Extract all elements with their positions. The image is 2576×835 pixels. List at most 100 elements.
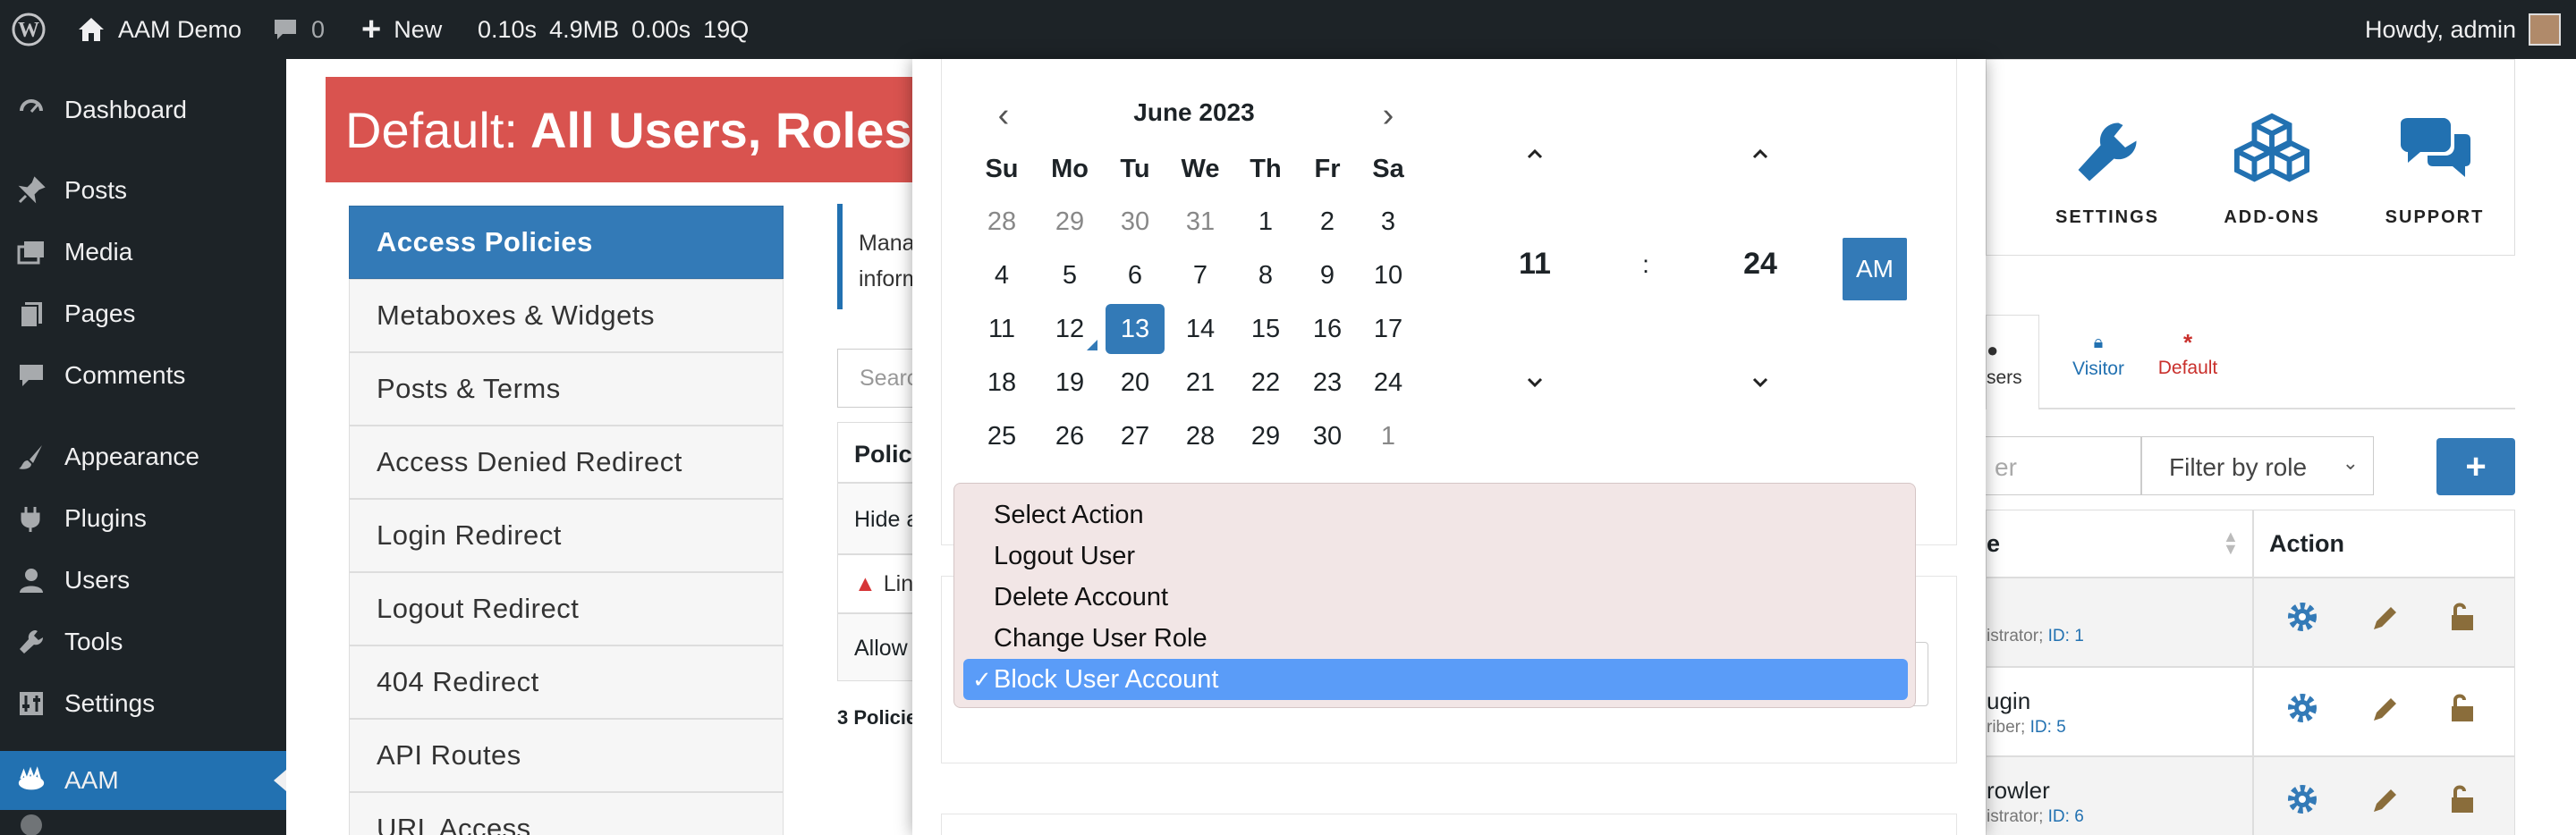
plus-icon: + [2465,446,2487,486]
menu-item-collapse[interactable] [0,812,286,835]
comments-link[interactable]: 0 [272,0,325,59]
my-account[interactable]: Howdy, admin [2365,0,2562,59]
day-cell[interactable]: 21 [1171,358,1230,408]
sidebar-item-login-redirect[interactable]: Login Redirect [349,499,784,572]
addons-tile[interactable]: ADD-ONS [2191,77,2352,243]
day-cell[interactable]: 30 [1106,197,1165,247]
day-cell[interactable]: 1 [1236,197,1295,247]
wordpress-logo-icon[interactable]: W [11,0,47,59]
day-cell[interactable]: 9 [1298,250,1357,300]
day-cell[interactable]: 10 [1359,250,1418,300]
unlock-icon[interactable] [2449,601,2476,633]
menu-item-aam[interactable]: AAM [0,751,286,810]
query-monitor[interactable]: 0.10s 4.9MB 0.00s 19Q [478,0,749,59]
day-cell[interactable]: 15 [1236,304,1295,354]
day-cell[interactable]: 2 [1298,197,1357,247]
menu-item-dashboard[interactable]: Dashboard [0,80,286,139]
menu-item-appearance[interactable]: Appearance [0,427,286,486]
hour-value[interactable]: 11 [1499,247,1571,282]
day-cell[interactable]: 28 [1171,411,1230,461]
sidebar-item-404-redirect[interactable]: 404 Redirect [349,645,784,719]
tab-visitor[interactable]: 🔒︎ Visitor [2054,333,2143,380]
day-cell[interactable]: 22 [1236,358,1295,408]
hour-increment-button[interactable] [1515,136,1555,172]
new-content-link[interactable]: + New [361,0,442,59]
prev-month-button[interactable]: ‹ [987,95,1020,136]
day-cell[interactable]: 17 [1359,304,1418,354]
tab-users[interactable]: ● sers [1986,315,2039,409]
option-delete-account[interactable]: Delete Account [963,577,1908,618]
day-cell[interactable]: 4 [972,250,1031,300]
day-cell[interactable]: 18 [972,358,1031,408]
pencil-icon[interactable] [2368,603,2401,635]
user-search-input[interactable]: er [1986,436,2141,495]
menu-item-posts[interactable]: Posts [0,161,286,220]
day-cell[interactable]: 29 [1040,197,1099,247]
unlock-icon[interactable] [2449,692,2476,724]
option-change-user-role[interactable]: Change User Role [963,618,1908,659]
sidebar-item-access-policies[interactable]: Access Policies [349,206,784,279]
settings-tile[interactable]: SETTINGS [2027,77,2188,243]
menu-item-comments[interactable]: Comments [0,346,286,405]
policy-count: 3 Policie [837,706,917,730]
day-cell[interactable]: 26 [1040,411,1099,461]
day-cell[interactable]: 5 [1040,250,1099,300]
day-cell[interactable]: 20 [1106,358,1165,408]
day-cell[interactable]: 30 [1298,411,1357,461]
day-cell[interactable]: 11 [972,304,1031,354]
option-logout-user[interactable]: Logout User [963,536,1908,577]
add-user-button[interactable]: + [2436,438,2515,495]
day-today[interactable]: 12 [1040,304,1099,354]
menu-item-plugins[interactable]: Plugins [0,489,286,548]
day-cell[interactable]: 25 [972,411,1031,461]
sidebar-item-posts-terms[interactable]: Posts & Terms [349,352,784,426]
gear-icon[interactable] [2286,783,2318,815]
pencil-icon[interactable] [2368,785,2401,817]
day-cell[interactable]: 23 [1298,358,1357,408]
unlock-icon[interactable] [2449,783,2476,815]
day-cell[interactable]: 28 [972,197,1031,247]
menu-item-users[interactable]: Users [0,551,286,610]
day-cell[interactable]: 16 [1298,304,1357,354]
menu-item-media[interactable]: Media [0,223,286,282]
menu-item-tools[interactable]: Tools [0,612,286,671]
role-filter-select[interactable]: Filter by role ⌄ [2141,436,2374,495]
gear-icon[interactable] [2286,692,2318,724]
name-col-header[interactable]: e [1987,530,2000,558]
minute-value[interactable]: 24 [1724,247,1796,282]
next-month-button[interactable]: › [1372,95,1404,136]
day-cell[interactable]: 8 [1236,250,1295,300]
ampm-toggle-button[interactable]: AM [1843,238,1907,300]
day-selected[interactable]: 13 [1106,304,1165,354]
day-cell[interactable]: 3 [1359,197,1418,247]
day-cell[interactable]: 19 [1040,358,1099,408]
hour-decrement-button[interactable] [1515,365,1555,401]
menu-item-pages[interactable]: Pages [0,284,286,343]
tab-default[interactable]: * Default [2143,331,2233,379]
menu-item-settings[interactable]: Settings [0,674,286,733]
option-block-user-account[interactable]: ✓ Block User Account [963,659,1908,700]
banner-prefix: Default: [345,101,518,158]
day-cell[interactable]: 14 [1171,304,1230,354]
day-cell[interactable]: 29 [1236,411,1295,461]
day-cell[interactable]: 7 [1171,250,1230,300]
support-tile[interactable]: SUPPORT [2354,77,2515,243]
day-cell[interactable]: 6 [1106,250,1165,300]
pencil-icon[interactable] [2368,694,2401,726]
day-cell[interactable]: 24 [1359,358,1418,408]
day-cell[interactable]: 27 [1106,411,1165,461]
minute-increment-button[interactable] [1741,136,1780,172]
sidebar-item-metaboxes[interactable]: Metaboxes & Widgets [349,279,784,352]
sidebar-item-url-access[interactable]: URL Access [349,792,784,835]
day-cell[interactable]: 1 [1359,411,1418,461]
option-select-action[interactable]: Select Action [963,494,1908,536]
gear-icon[interactable] [2286,601,2318,633]
sort-icon[interactable]: ▲ ▼ [2223,528,2239,557]
sidebar-item-access-denied[interactable]: Access Denied Redirect [349,426,784,499]
site-name-link[interactable]: AAM Demo [77,0,242,59]
day-cell[interactable]: 31 [1171,197,1230,247]
minute-decrement-button[interactable] [1741,365,1780,401]
sidebar-item-logout-redirect[interactable]: Logout Redirect [349,572,784,645]
sidebar-item-api-routes[interactable]: API Routes [349,719,784,792]
month-title[interactable]: June 2023 [1091,98,1297,127]
